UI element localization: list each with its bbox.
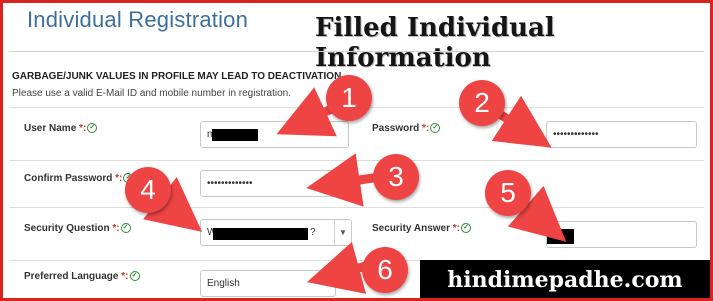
- site-watermark: hindimepadhe.com: [420, 260, 710, 298]
- annotation-badge-4: 4: [125, 167, 171, 213]
- annotation-badge-5: 5: [485, 170, 531, 216]
- registration-panel: Individual Registration Filled Individua…: [0, 0, 713, 301]
- annotation-badge-2: 2: [459, 80, 505, 126]
- annotation-badge-3: 3: [373, 154, 419, 200]
- arrow-3: [306, 153, 378, 207]
- annotation-arrows: [143, 87, 567, 294]
- annotation-badge-6: 6: [362, 247, 408, 293]
- annotation-badge-1: 1: [326, 75, 372, 121]
